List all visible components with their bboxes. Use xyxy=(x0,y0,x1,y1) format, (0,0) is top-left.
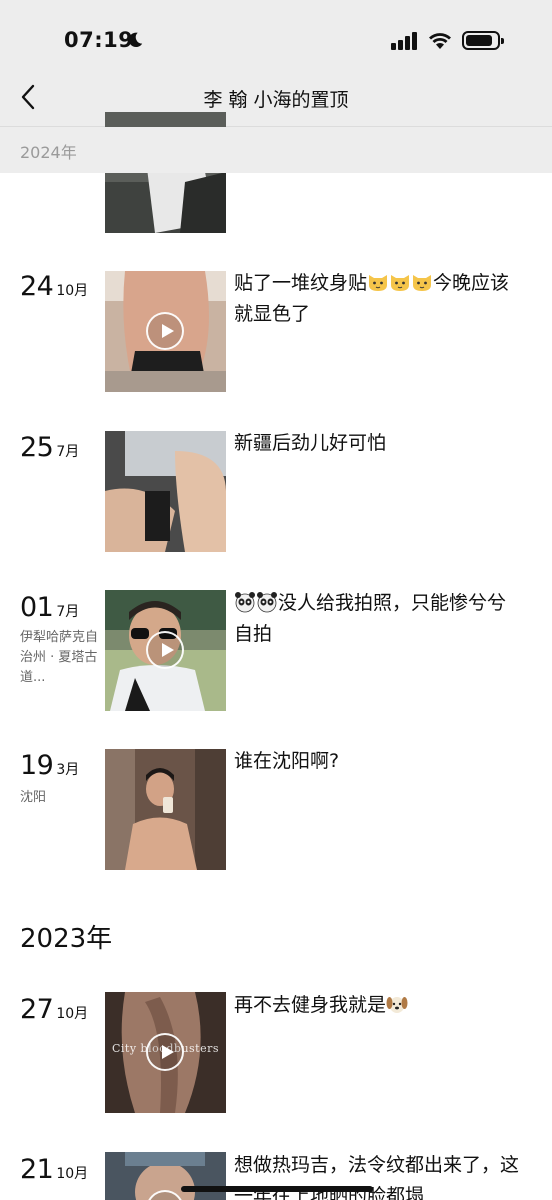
cellular-signal-icon xyxy=(391,32,419,50)
home-indicator[interactable] xyxy=(181,1186,373,1192)
post-location[interactable]: 伊犁哈萨克自治州 · 夏塔古道... xyxy=(20,628,100,688)
post-month: 10月 xyxy=(56,1166,89,1182)
post-month: 7月 xyxy=(56,604,80,620)
play-icon xyxy=(146,312,184,350)
post-text[interactable]: 再不去健身我就是 xyxy=(234,990,524,1021)
post-month: 7月 xyxy=(56,444,80,460)
post-thumbnail[interactable] xyxy=(105,431,226,552)
post-month: 10月 xyxy=(56,1006,89,1022)
post-thumbnail[interactable] xyxy=(105,590,226,711)
panda-face-icon xyxy=(235,592,255,613)
post-thumbnail[interactable] xyxy=(105,749,226,870)
post-thumbnail[interactable] xyxy=(105,271,226,392)
status-bar: 07:19 xyxy=(0,0,552,70)
post-month: 10月 xyxy=(56,283,89,299)
post-location[interactable]: 沈阳 xyxy=(20,788,100,808)
sticky-year-label: 2024年 xyxy=(20,143,77,162)
post-day: 19 xyxy=(20,750,54,781)
post-day: 24 xyxy=(20,271,54,302)
nav-bar: 李 翰 小海的置顶 xyxy=(0,70,552,127)
post-day: 27 xyxy=(20,994,54,1025)
post-date: 27 10月 xyxy=(20,994,88,1025)
post-text[interactable]: 想做热玛吉，法令纹都出来了，这一年往上地晒的脸都塌 xyxy=(234,1150,524,1200)
play-icon xyxy=(146,1033,184,1071)
dog-face-icon xyxy=(386,997,408,1013)
post-thumbnail[interactable]: City bloodbusters xyxy=(105,992,226,1113)
post-date: 24 10月 xyxy=(20,271,88,302)
sticky-year-header: 2024年 xyxy=(0,127,552,173)
cat-face-icon xyxy=(369,275,388,291)
page-title: 李 翰 小海的置顶 xyxy=(203,89,349,111)
post-text[interactable]: 新疆后劲儿好可怕 xyxy=(234,428,524,459)
post-day: 25 xyxy=(20,432,54,463)
post-thumbnail[interactable] xyxy=(105,1152,226,1200)
wifi-icon xyxy=(429,33,451,49)
post-day: 21 xyxy=(20,1154,54,1185)
post-month: 3月 xyxy=(56,762,80,778)
cat-face-icon xyxy=(413,275,432,291)
post-date: 19 3月 xyxy=(20,750,79,781)
panda-face-icon xyxy=(257,592,277,613)
post-day: 01 xyxy=(20,592,54,623)
moon-icon xyxy=(128,32,143,48)
post-text[interactable]: 谁在沈阳啊? xyxy=(234,746,524,777)
post-date: 21 10月 xyxy=(20,1154,88,1185)
battery-icon xyxy=(462,31,504,50)
cat-face-icon xyxy=(391,275,410,291)
play-icon xyxy=(146,631,184,669)
year-header: 2023年 xyxy=(20,924,113,954)
post-text[interactable]: 贴了一堆纹身贴 今晚应该就显色了 xyxy=(234,268,524,330)
clock: 07:19 xyxy=(64,28,134,52)
post-date: 01 7月 xyxy=(20,592,79,623)
post-date: 25 7月 xyxy=(20,432,79,463)
post-text[interactable]: 没人给我拍照，只能惨兮兮自拍 xyxy=(234,588,524,650)
